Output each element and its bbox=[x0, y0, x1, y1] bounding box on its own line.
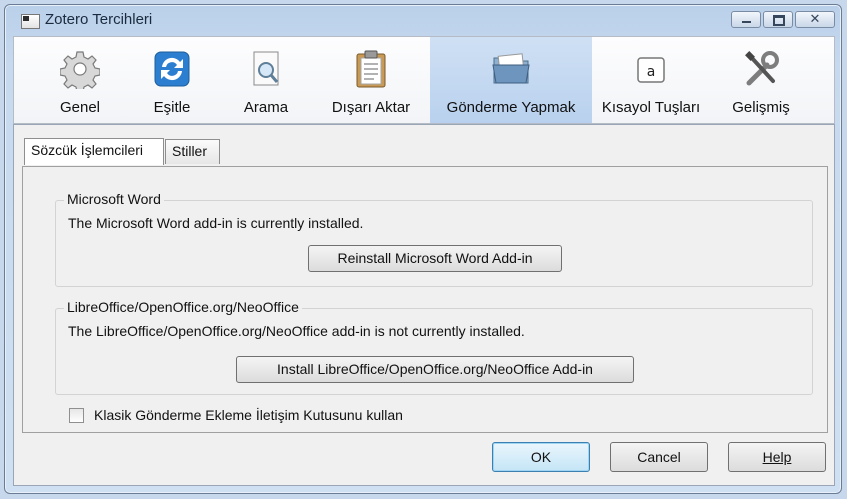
svg-text:a: a bbox=[647, 64, 656, 80]
app-window-icon bbox=[21, 14, 40, 29]
toolbar-label: Arama bbox=[243, 99, 289, 116]
group-title: Microsoft Word bbox=[64, 191, 164, 207]
maximize-icon bbox=[764, 12, 792, 27]
keyboard-key-icon: a bbox=[637, 57, 665, 83]
classic-dialog-option[interactable]: Klasik Gönderme Ekleme İletişim Kutusunu… bbox=[69, 407, 403, 423]
group-status: The LibreOffice/OpenOffice.org/NeoOffice… bbox=[68, 323, 525, 339]
word-processors-panel: Microsoft Word The Microsoft Word add-in… bbox=[22, 166, 828, 433]
maximize-button[interactable] bbox=[763, 11, 793, 28]
title-bar[interactable]: Zotero Tercihleri ✕ bbox=[5, 5, 841, 37]
preferences-toolbar: Genel Eşitle Arama Dışarı Aktar Gönderme… bbox=[13, 36, 835, 124]
cancel-button[interactable]: Cancel bbox=[610, 442, 708, 472]
toolbar-label: Kısayol Tuşları bbox=[601, 99, 701, 116]
help-label: Help bbox=[762, 449, 792, 465]
install-libreoffice-addin-button[interactable]: Install LibreOffice/OpenOffice.org/NeoOf… bbox=[236, 356, 634, 383]
toolbar-item-disari-aktar[interactable]: Dışarı Aktar bbox=[318, 37, 424, 123]
tab-stiller[interactable]: Stiller bbox=[165, 139, 220, 164]
toolbar-item-arama[interactable]: Arama bbox=[226, 37, 306, 123]
preferences-content: Sözcük İşlemcileri Stiller Microsoft Wor… bbox=[13, 124, 835, 486]
classic-dialog-label: Klasik Gönderme Ekleme İletişim Kutusunu… bbox=[94, 407, 403, 423]
group-title: LibreOffice/OpenOffice.org/NeoOffice bbox=[64, 299, 302, 315]
search-document-icon bbox=[253, 51, 279, 86]
toolbar-item-gonderme-yapmak[interactable]: Gönderme Yapmak bbox=[430, 37, 592, 123]
classic-dialog-checkbox[interactable] bbox=[69, 407, 84, 423]
toolbar-item-gelismis[interactable]: Gelişmiş bbox=[716, 37, 806, 123]
toolbar-label: Gönderme Yapmak bbox=[446, 99, 576, 116]
minimize-button[interactable] bbox=[731, 11, 761, 28]
minimize-icon bbox=[732, 12, 760, 27]
close-button[interactable]: ✕ bbox=[795, 11, 835, 28]
toolbar-item-kisayol-tuslari[interactable]: a Kısayol Tuşları bbox=[598, 37, 704, 123]
folder-icon bbox=[492, 53, 530, 84]
toolbar-item-genel[interactable]: Genel bbox=[36, 37, 124, 123]
close-icon: ✕ bbox=[809, 12, 821, 27]
ok-button[interactable]: OK bbox=[492, 442, 590, 472]
window-title: Zotero Tercihleri bbox=[45, 11, 153, 28]
tab-sozcuk-islemcileri[interactable]: Sözcük İşlemcileri bbox=[24, 138, 164, 165]
toolbar-label: Dışarı Aktar bbox=[331, 99, 411, 116]
tools-icon bbox=[745, 51, 779, 86]
toolbar-item-esitle[interactable]: Eşitle bbox=[132, 37, 212, 123]
microsoft-word-group: Microsoft Word The Microsoft Word add-in… bbox=[55, 191, 813, 287]
caption-buttons: ✕ bbox=[731, 11, 835, 28]
gear-icon bbox=[60, 51, 100, 89]
preferences-window: Zotero Tercihleri ✕ Genel Eşitle Arama D… bbox=[4, 4, 842, 494]
toolbar-label: Gelişmiş bbox=[732, 99, 790, 116]
reinstall-word-addin-button[interactable]: Reinstall Microsoft Word Add-in bbox=[308, 245, 562, 272]
help-button[interactable]: Help bbox=[728, 442, 826, 472]
toolbar-label: Genel bbox=[59, 99, 101, 116]
toolbar-label: Eşitle bbox=[153, 99, 191, 116]
group-status: The Microsoft Word add-in is currently i… bbox=[68, 215, 364, 231]
clipboard-icon bbox=[356, 50, 386, 88]
sync-icon bbox=[154, 51, 190, 87]
libreoffice-group: LibreOffice/OpenOffice.org/NeoOffice The… bbox=[55, 299, 813, 395]
